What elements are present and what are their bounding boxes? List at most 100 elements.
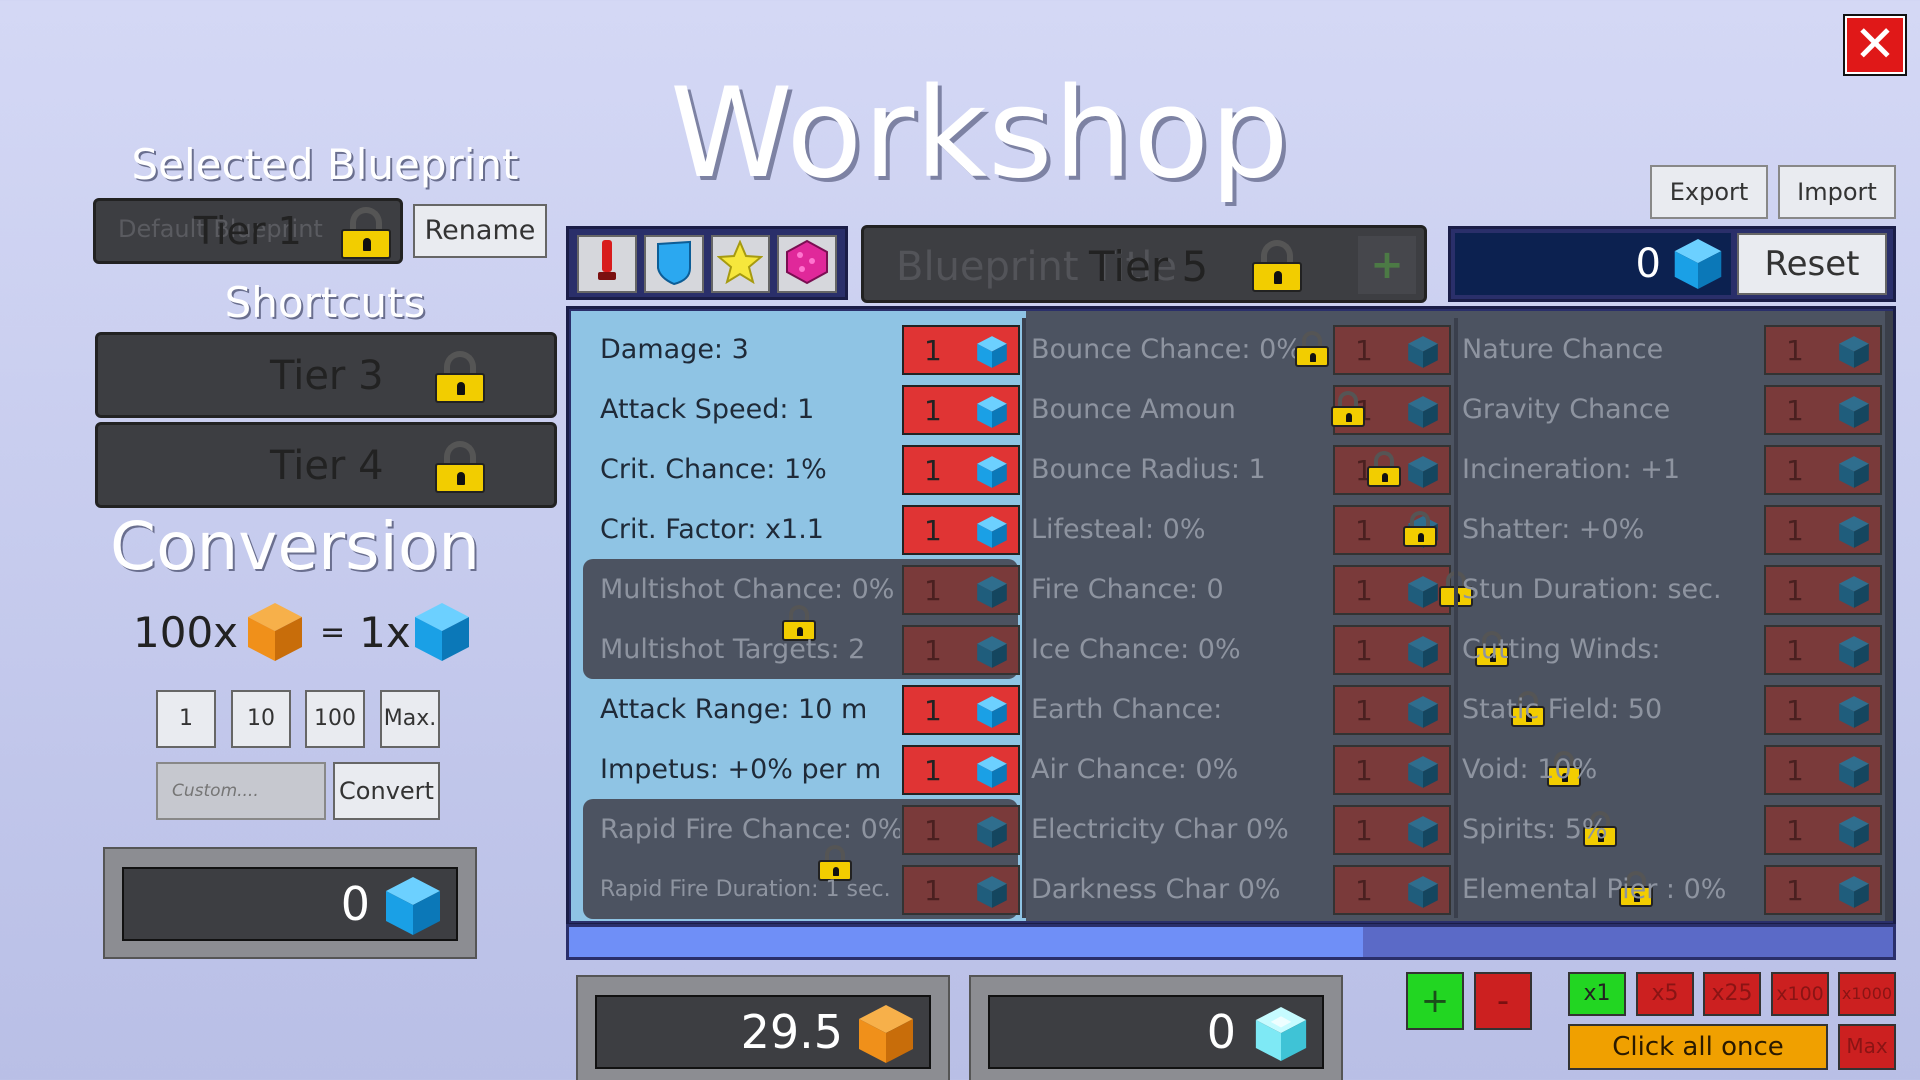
upgrade-cost-button[interactable]: 1 [1333,325,1451,375]
upgrade-cost-button[interactable]: 1 [1764,325,1882,375]
upgrade-cost-button[interactable]: 1 [902,745,1020,795]
blue-cube-icon [976,455,1008,496]
max-button[interactable]: Max [1838,1024,1896,1070]
blue-cube-icon [1407,695,1439,736]
blue-cube-icon [976,755,1008,796]
upgrade-cost-value: 1 [924,633,942,667]
upgrade-cost-button[interactable]: 1 [1764,445,1882,495]
upgrade-cost-button[interactable]: 1 [1764,745,1882,795]
upgrade-cost-value: 1 [1355,753,1373,787]
multiplier-x25-button[interactable]: x25 [1703,972,1761,1016]
upgrade-cost-button[interactable]: 1 [1764,625,1882,675]
upgrade-cost-button[interactable]: 1 [902,685,1020,735]
column-divider [1454,318,1458,918]
resource-crystal-value: 0 [1206,1005,1236,1059]
upgrade-cost-value: 1 [1786,333,1804,367]
upgrade-cost-value: 1 [1786,513,1804,547]
stat-label: Stun Duration: sec. [1462,574,1722,605]
stat-label: Cutting Winds: [1462,634,1661,665]
stat-label: Nature Chance [1462,334,1664,365]
stat-label: Multishot Chance: 0% [600,574,895,605]
multiplier-x1-button[interactable]: x1 [1568,972,1626,1016]
upgrade-cost-button[interactable]: 1 [1333,625,1451,675]
stat-label: Impetus: +0% per m [600,754,882,785]
stat-label: Bounce Amoun [1031,394,1236,425]
upgrade-cost-button[interactable]: 1 [902,805,1020,855]
upgrade-cost-button[interactable]: 1 [1764,865,1882,915]
stat-label: Shatter: +0% [1462,514,1645,545]
upgrade-cost-value: 1 [1786,873,1804,907]
blue-cube-icon [1407,455,1439,496]
progress-fill [569,927,1364,957]
upgrade-cost-button[interactable]: 1 [1764,565,1882,615]
upgrade-cost-value: 1 [924,393,942,427]
click-all-once-button[interactable]: Click all once [1568,1024,1828,1070]
stat-label: Bounce Chance: 0% [1031,334,1301,365]
upgrade-cost-value: 1 [1786,393,1804,427]
blue-cube-icon [1407,335,1439,376]
upgrade-cost-value: 1 [924,693,942,727]
upgrade-cost-button[interactable]: 1 [1333,865,1451,915]
stat-label: Crit. Factor: x1.1 [600,514,824,545]
upgrade-cost-value: 1 [1786,453,1804,487]
upgrade-cost-value: 1 [1355,573,1373,607]
progress-bar [566,924,1896,960]
blue-cube-icon [1407,815,1439,856]
upgrade-cost-button[interactable]: 1 [1333,685,1451,735]
multiplier-x1000-button[interactable]: x1000 [1838,972,1896,1016]
upgrade-cost-button[interactable]: 1 [902,325,1020,375]
multiplier-x100-button[interactable]: x100 [1771,972,1829,1016]
upgrade-cost-value: 1 [924,513,942,547]
upgrade-cost-value: 1 [1355,333,1373,367]
upgrade-cost-value: 1 [1786,633,1804,667]
stat-label: Spirits: 5% [1462,814,1608,845]
blue-cube-icon [1838,635,1870,676]
upgrade-cost-button[interactable]: 1 [902,865,1020,915]
decrease-button[interactable]: - [1474,972,1532,1030]
stat-label: Attack Speed: 1 [600,394,815,425]
lock-icon [1402,511,1438,547]
upgrade-cost-value: 1 [1786,693,1804,727]
upgrade-cost-button[interactable]: 1 [902,385,1020,435]
increase-button[interactable]: + [1406,972,1464,1030]
upgrade-cost-button[interactable]: 1 [902,565,1020,615]
stat-label: Gravity Chance [1462,394,1671,425]
upgrade-cost-button[interactable]: 1 [1764,505,1882,555]
stat-label: Ice Chance: 0% [1031,634,1241,665]
upgrade-cost-button[interactable]: 1 [1764,685,1882,735]
stat-label: Attack Range: 10 m [600,694,868,725]
upgrade-cost-value: 1 [924,333,942,367]
upgrade-cost-button[interactable]: 1 [1333,805,1451,855]
blue-cube-icon [1838,455,1870,496]
stat-label: Damage: 3 [600,334,749,365]
upgrade-cost-button[interactable]: 1 [1333,745,1451,795]
upgrade-cost-button[interactable]: 1 [1764,805,1882,855]
resource-crystal-frame: 0 [969,975,1343,1080]
upgrade-cost-value: 1 [1355,813,1373,847]
blue-cube-icon [1407,875,1439,916]
upgrade-cost-button[interactable]: 1 [1333,565,1451,615]
upgrade-cost-value: 1 [1786,753,1804,787]
blue-cube-icon [1838,815,1870,856]
blue-cube-icon [976,875,1008,916]
upgrade-cost-value: 1 [1355,693,1373,727]
blue-cube-icon [1838,335,1870,376]
cyan-crystal-icon [1254,1005,1308,1063]
stat-label: Rapid Fire Chance: 0% [600,814,900,845]
multiplier-x5-button[interactable]: x5 [1636,972,1694,1016]
resource-orange-value: 29.5 [740,1005,843,1059]
blue-cube-icon [1838,575,1870,616]
blue-cube-icon [976,395,1008,436]
upgrade-cost-button[interactable]: 1 [902,625,1020,675]
upgrade-cost-value: 1 [1786,813,1804,847]
blue-cube-icon [1838,755,1870,796]
upgrade-cost-button[interactable]: 1 [1764,385,1882,435]
blue-cube-icon [1838,515,1870,556]
blue-cube-icon [976,335,1008,376]
upgrade-cost-button[interactable]: 1 [902,505,1020,555]
upgrade-cost-button[interactable]: 1 [902,445,1020,495]
stat-label: Earth Chance: [1031,694,1223,725]
upgrade-cost-value: 1 [924,873,942,907]
stat-label: Static Field: 50 [1462,694,1663,725]
blue-cube-icon [976,695,1008,736]
